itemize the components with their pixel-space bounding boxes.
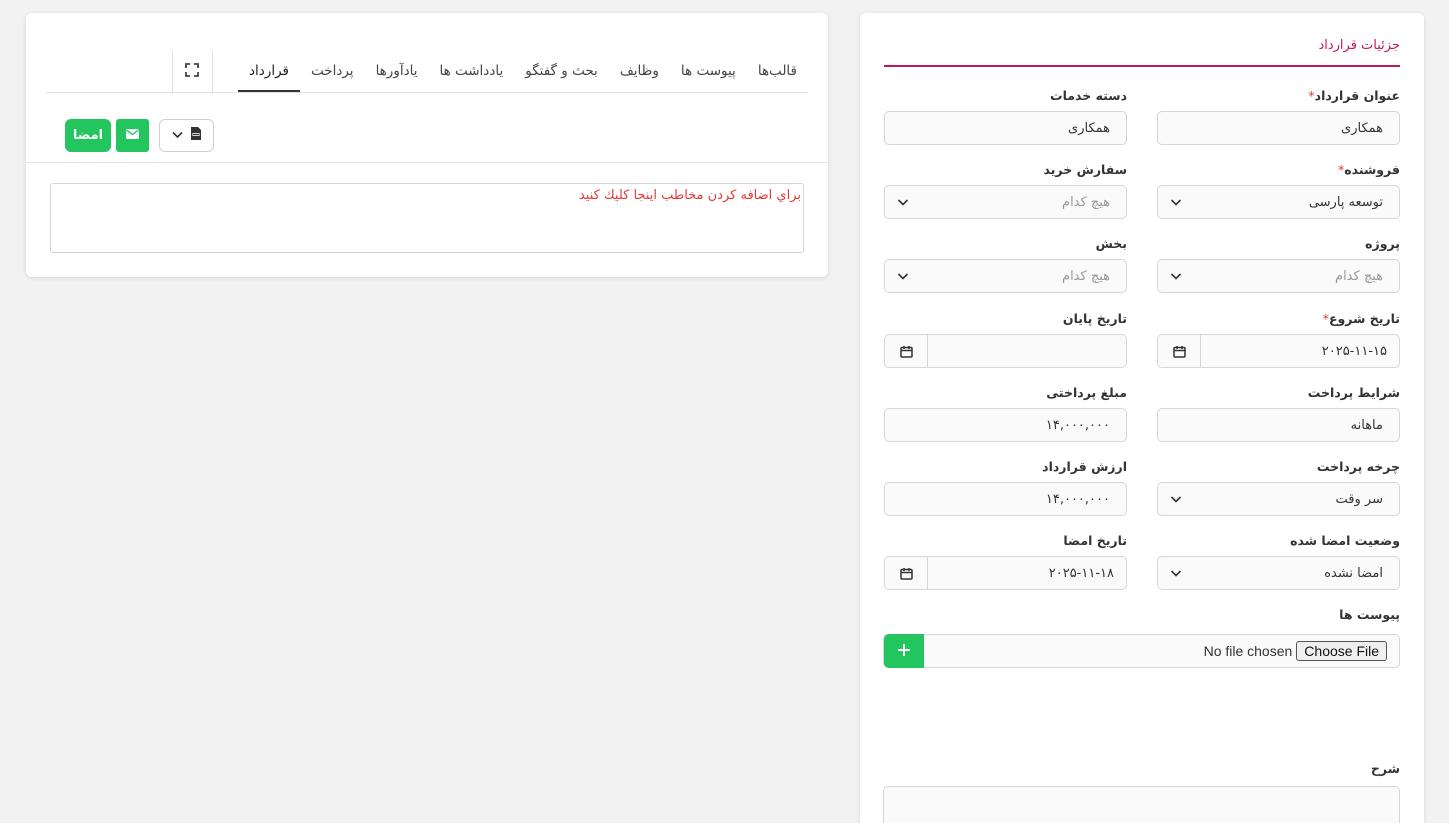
seller-select[interactable]: توسعه پارسی bbox=[1157, 185, 1400, 219]
tab-tasks[interactable]: وظایف bbox=[609, 50, 670, 92]
contract-value-field: ارزش قرارداد ۱۴,۰۰۰,۰۰۰ bbox=[884, 457, 1127, 516]
payment-cycle-field: چرخه پرداخت سر وقت bbox=[1157, 457, 1400, 516]
section-field: بخش هیچ کدام bbox=[884, 234, 1127, 293]
field-label: تاریخ شروع* bbox=[1322, 311, 1400, 326]
field-label: وضعیت امضا شده bbox=[1290, 533, 1400, 548]
tab-templates[interactable]: قالب‌ها bbox=[747, 50, 808, 92]
field-label: تاریخ پایان bbox=[1062, 311, 1127, 326]
chevron-down-icon bbox=[1170, 273, 1182, 280]
field-label: عنوان قرارداد* bbox=[1308, 88, 1400, 103]
signed-status-field: وضعیت امضا شده امضا نشده bbox=[1157, 531, 1400, 590]
contract-value-input[interactable]: ۱۴,۰۰۰,۰۰۰ bbox=[884, 482, 1127, 516]
add-attachment-button[interactable] bbox=[884, 634, 924, 668]
contract-title-field: عنوان قرارداد* همکاری bbox=[1157, 86, 1400, 145]
payment-terms-field: شرایط پرداخت ماهانه bbox=[1157, 383, 1400, 442]
chevron-down-icon bbox=[897, 273, 909, 280]
chevron-down-icon bbox=[1170, 570, 1182, 577]
tab-divider bbox=[172, 51, 173, 92]
project-field: پروژه هیچ کدام bbox=[1157, 234, 1400, 293]
signed-status-select[interactable]: امضا نشده bbox=[1157, 556, 1400, 590]
signed-date-input[interactable]: ۲۰۲۵-۱۱-۱۸ bbox=[884, 556, 1127, 590]
field-label: سفارش خرید bbox=[1043, 162, 1127, 177]
tab-discussion[interactable]: بحث و گفتگو bbox=[514, 50, 609, 92]
tab-bar: قرارداد پرداخت یادآورها یادداشت ها بحث و… bbox=[238, 50, 808, 93]
seller-field: فروشنده* توسعه پارسی bbox=[1157, 160, 1400, 219]
tabs-divider bbox=[46, 92, 808, 93]
field-label: پروژه bbox=[1365, 236, 1400, 251]
field-label: شرح bbox=[1370, 761, 1400, 776]
tab-attachments[interactable]: پیوست ها bbox=[670, 50, 747, 92]
contract-editor-card: قرارداد پرداخت یادآورها یادداشت ها بحث و… bbox=[26, 13, 828, 277]
signed-date-value[interactable]: ۲۰۲۵-۱۱-۱۸ bbox=[928, 566, 1126, 581]
chevron-down-icon bbox=[172, 128, 183, 143]
field-label: شرایط پرداخت bbox=[1307, 385, 1400, 400]
calendar-icon[interactable] bbox=[885, 557, 928, 589]
calendar-icon[interactable] bbox=[885, 335, 928, 367]
field-label: دسته خدمات bbox=[1050, 88, 1127, 103]
field-label: چرخه پرداخت bbox=[1316, 459, 1400, 474]
start-date-value[interactable]: ۲۰۲۵-۱۱-۱۵ bbox=[1201, 344, 1399, 359]
tab-reminders[interactable]: یادآورها bbox=[365, 50, 429, 92]
expand-icon[interactable] bbox=[185, 63, 199, 77]
pdf-file-icon bbox=[191, 127, 201, 144]
section-select[interactable]: هیچ کدام bbox=[884, 259, 1127, 293]
purchase-order-field: سفارش خرید هیچ کدام bbox=[884, 160, 1127, 219]
contract-title-input[interactable]: همکاری bbox=[1157, 111, 1400, 145]
choose-file-button[interactable]: Choose File bbox=[1296, 641, 1387, 661]
contract-details-card: جزئیات قرارداد عنوان قرارداد* همکاری دست… bbox=[860, 13, 1424, 823]
description-textarea[interactable] bbox=[883, 786, 1400, 823]
toolbar-divider bbox=[26, 162, 828, 163]
signed-date-field: تاریخ امضا ۲۰۲۵-۱۱-۱۸ bbox=[884, 531, 1127, 590]
pdf-dropdown-button[interactable] bbox=[159, 119, 214, 152]
file-input[interactable]: Choose File No file chosen bbox=[883, 634, 1400, 668]
chevron-down-icon bbox=[1170, 496, 1182, 503]
project-select[interactable]: هیچ کدام bbox=[1157, 259, 1400, 293]
file-status: No file chosen bbox=[1203, 643, 1293, 659]
recipients-hint[interactable]: براي اضافه كردن مخاطب اينجا كليك كنيد bbox=[579, 188, 801, 203]
description-field: شرح bbox=[1157, 759, 1400, 779]
envelope-icon bbox=[126, 128, 139, 143]
field-label: ارزش قرارداد bbox=[1042, 459, 1127, 474]
end-date-field: تاریخ پایان bbox=[884, 309, 1127, 368]
recipients-area[interactable]: براي اضافه كردن مخاطب اينجا كليك كنيد bbox=[50, 183, 804, 253]
plus-icon bbox=[898, 643, 910, 659]
service-category-field: دسته خدمات همکاری bbox=[884, 86, 1127, 145]
start-date-field: تاریخ شروع* ۲۰۲۵-۱۱-۱۵ bbox=[1157, 309, 1400, 368]
field-label: پیوست ها bbox=[1339, 607, 1400, 622]
payment-cycle-select[interactable]: سر وقت bbox=[1157, 482, 1400, 516]
tab-contract[interactable]: قرارداد bbox=[238, 50, 300, 92]
purchase-order-select[interactable]: هیچ کدام bbox=[884, 185, 1127, 219]
title-underline bbox=[884, 65, 1400, 67]
sign-button[interactable]: امضا bbox=[65, 119, 111, 152]
field-label: بخش bbox=[1095, 236, 1127, 251]
attachments-field: پیوست ها bbox=[1157, 605, 1400, 625]
card-title: جزئیات قرارداد bbox=[1318, 38, 1400, 53]
tab-notes[interactable]: یادداشت ها bbox=[428, 50, 514, 92]
end-date-input[interactable] bbox=[884, 334, 1127, 368]
send-email-button[interactable] bbox=[116, 119, 149, 152]
field-label: تاریخ امضا bbox=[1063, 533, 1127, 548]
tab-payment[interactable]: پرداخت bbox=[300, 50, 365, 92]
field-label: مبلغ پرداختی bbox=[1046, 385, 1127, 400]
chevron-down-icon bbox=[897, 199, 909, 206]
chevron-down-icon bbox=[1170, 199, 1182, 206]
calendar-icon[interactable] bbox=[1158, 335, 1201, 367]
tab-divider bbox=[212, 51, 213, 92]
field-label: فروشنده* bbox=[1338, 162, 1400, 177]
start-date-input[interactable]: ۲۰۲۵-۱۱-۱۵ bbox=[1157, 334, 1400, 368]
service-category-input[interactable]: همکاری bbox=[884, 111, 1127, 145]
payment-amount-input[interactable]: ۱۴,۰۰۰,۰۰۰ bbox=[884, 408, 1127, 442]
payment-amount-field: مبلغ پرداختی ۱۴,۰۰۰,۰۰۰ bbox=[884, 383, 1127, 442]
payment-terms-input[interactable]: ماهانه bbox=[1157, 408, 1400, 442]
